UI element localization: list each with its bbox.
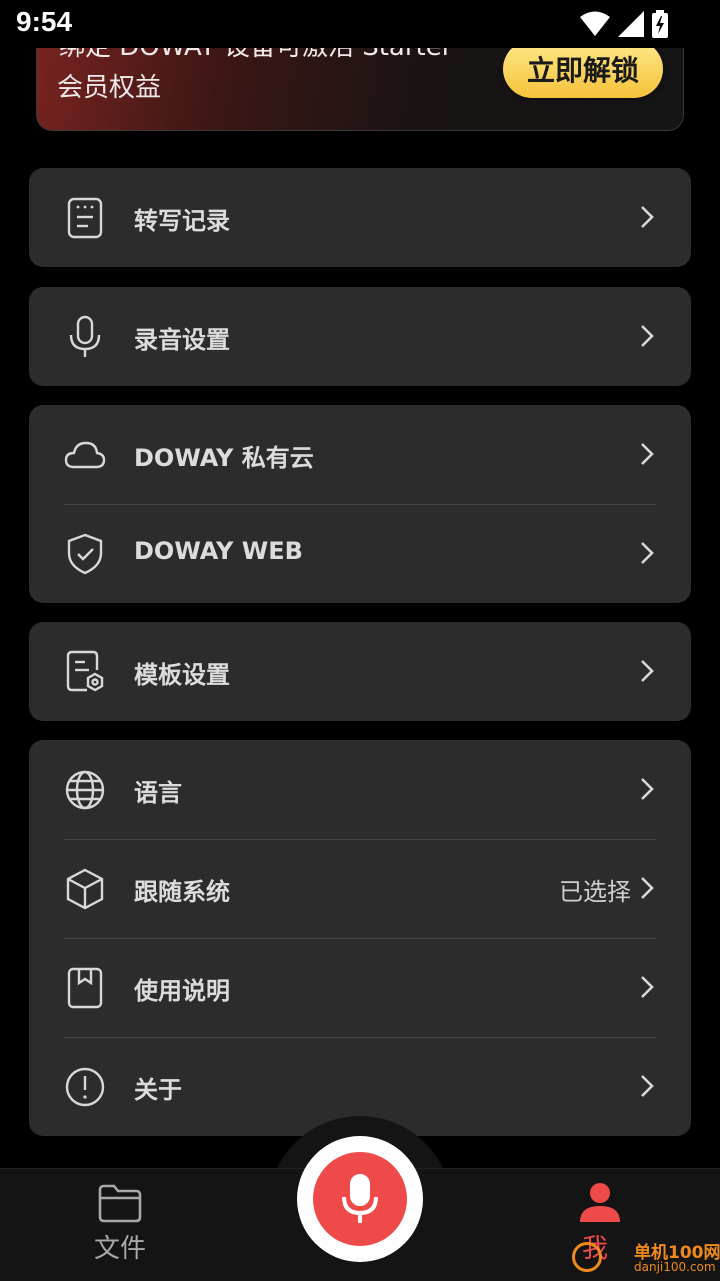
chevron-right-icon: [641, 443, 654, 465]
chevron-right-icon: [641, 542, 654, 564]
chevron-right-icon: [641, 976, 654, 998]
folder-icon: [98, 1184, 142, 1223]
info-exclamation-icon: [64, 1066, 106, 1108]
menu-item-label: 转写记录: [134, 207, 230, 235]
record-button-inner: [313, 1152, 407, 1246]
user-profile-icon: [580, 1183, 620, 1222]
menu-item-template-settings[interactable]: 模板设置: [29, 622, 691, 721]
menu-item-label: DOWAY WEB: [134, 537, 303, 565]
cellular-signal-icon: [618, 11, 644, 37]
cloud-icon: [64, 434, 106, 476]
chevron-right-icon: [641, 778, 654, 800]
card-doway-services: DOWAY 私有云 DOWAY WEB: [29, 405, 691, 603]
book-icon: [64, 967, 106, 1009]
menu-item-private-cloud[interactable]: DOWAY 私有云: [29, 405, 691, 504]
template-settings-icon: [64, 650, 106, 693]
card-general: 语言 跟随系统 已选择 使用说明 关于: [29, 740, 691, 1136]
card-template: 模板设置: [29, 622, 691, 721]
chevron-right-icon: [641, 206, 654, 228]
card-recording: 录音设置: [29, 287, 691, 386]
record-button[interactable]: [297, 1136, 423, 1262]
chevron-right-icon: [641, 1075, 654, 1097]
microphone-icon: [342, 1174, 378, 1223]
watermark-logo-icon: [572, 1242, 602, 1272]
menu-item-doway-web[interactable]: DOWAY WEB: [29, 504, 691, 603]
microphone-icon: [64, 315, 106, 358]
cube-icon: [64, 868, 106, 910]
unlock-now-button[interactable]: 立即解锁: [503, 40, 663, 98]
shield-check-icon: [64, 533, 106, 575]
document-list-icon: [64, 197, 106, 239]
menu-item-label: 语言: [134, 779, 182, 807]
menu-item-label: 录音设置: [134, 326, 230, 354]
status-time: 9:54: [16, 6, 73, 37]
chevron-right-icon: [641, 877, 654, 899]
selected-status-text: 已选择: [559, 878, 631, 906]
globe-icon: [64, 769, 106, 811]
menu-item-label: DOWAY 私有云: [134, 444, 314, 472]
status-bar: 9:54: [0, 0, 720, 48]
status-icons: [580, 10, 668, 38]
menu-item-transcript-records[interactable]: 转写记录: [29, 168, 691, 267]
wifi-icon: [580, 11, 610, 36]
card-transcript: 转写记录: [29, 168, 691, 267]
chevron-right-icon: [641, 325, 654, 347]
menu-item-language[interactable]: 语言: [29, 740, 691, 839]
chevron-right-icon: [641, 660, 654, 682]
menu-item-label: 关于: [134, 1076, 182, 1104]
menu-item-label: 模板设置: [134, 661, 230, 689]
menu-item-user-guide[interactable]: 使用说明: [29, 938, 691, 1037]
nav-tab-files[interactable]: 文件: [80, 1180, 160, 1270]
site-watermark: 单机100网 danji100.com: [568, 1238, 720, 1280]
menu-item-recording-settings[interactable]: 录音设置: [29, 287, 691, 386]
watermark-url: danji100.com: [634, 1260, 716, 1274]
menu-item-label: 跟随系统: [134, 878, 230, 906]
menu-item-follow-system[interactable]: 跟随系统 已选择: [29, 839, 691, 938]
menu-item-label: 使用说明: [134, 977, 230, 1005]
nav-tab-files-label: 文件: [93, 1234, 146, 1264]
banner-text-line2: 会员权益: [57, 73, 162, 103]
battery-charging-icon: [652, 10, 668, 38]
